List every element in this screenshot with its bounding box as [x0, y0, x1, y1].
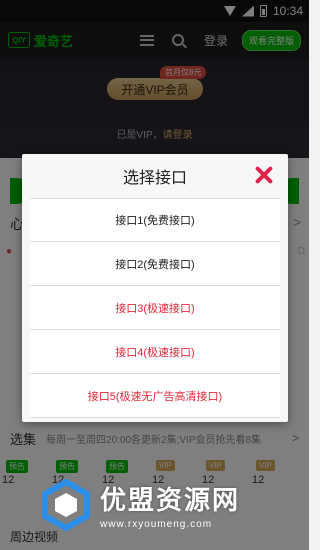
interface-option-2[interactable]: 接口2(免费接口) [30, 242, 280, 286]
interface-option-3[interactable]: 接口3(极速接口) [30, 286, 280, 330]
watermark-logo-icon [40, 478, 92, 532]
dialog-header: 选择接口 [22, 154, 288, 198]
select-interface-dialog: 选择接口 接口1(免费接口) 接口2(免费接口) 接口3(极速接口) 接口4(极… [22, 154, 288, 422]
interface-option-list: 接口1(免费接口) 接口2(免费接口) 接口3(极速接口) 接口4(极速接口) … [30, 198, 280, 418]
watermark-title: 优盟资源网 [100, 485, 241, 515]
interface-option-5[interactable]: 接口5(极速无广告高清接口) [30, 374, 280, 418]
close-icon[interactable] [254, 165, 274, 185]
interface-option-1[interactable]: 接口1(免费接口) [30, 198, 280, 242]
watermark-text: 优盟资源网 www.rxyoumeng.com [100, 480, 240, 530]
interface-option-4[interactable]: 接口4(极速接口) [30, 330, 280, 374]
watermark-url: www.rxyoumeng.com [100, 519, 213, 530]
dialog-title: 选择接口 [122, 170, 187, 187]
watermark: 优盟资源网 www.rxyoumeng.com [40, 460, 280, 550]
